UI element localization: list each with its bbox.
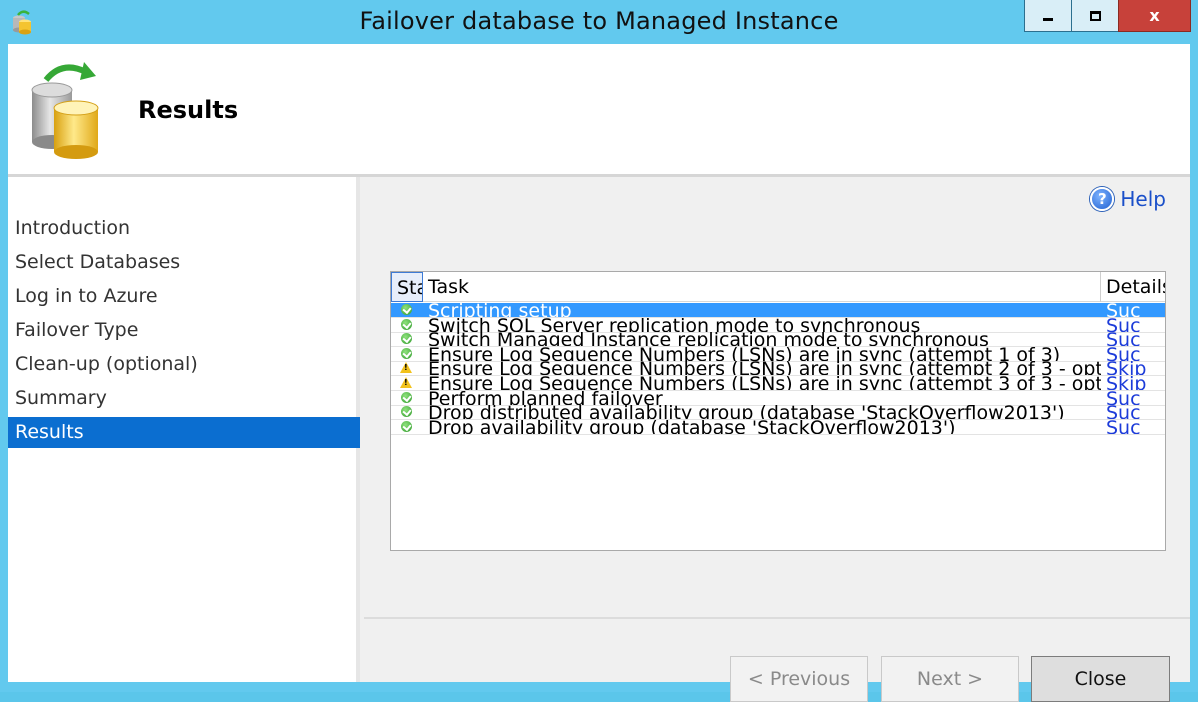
help-icon: ? (1090, 187, 1115, 211)
footer-divider (364, 617, 1190, 619)
close-button[interactable]: Close (1031, 656, 1170, 702)
task-cell: Drop availability group (database 'Stack… (428, 419, 956, 435)
maximize-button[interactable] (1071, 0, 1119, 32)
help-link[interactable]: ? Help (1090, 187, 1166, 211)
results-panel: ? Help Sta Task Details Scripting setupS… (364, 177, 1190, 702)
minimize-button[interactable] (1024, 0, 1072, 32)
table-row[interactable]: Switch SQL Server replication mode to sy… (391, 317, 1165, 333)
minimize-icon (1043, 18, 1053, 21)
column-header-status[interactable]: Sta (391, 272, 423, 302)
details-link[interactable]: Suc (1101, 405, 1165, 419)
success-icon (401, 391, 412, 403)
window-title: Failover database to Managed Instance (359, 7, 839, 35)
table-row[interactable]: Drop distributed availability group (dat… (391, 405, 1165, 421)
nav-item-select-databases[interactable]: Select Databases (8, 247, 360, 278)
details-link[interactable]: Skip (1101, 376, 1165, 390)
dialog-client-area: Results Introduction Select Databases Lo… (8, 44, 1190, 702)
warning-icon (400, 362, 412, 374)
table-row[interactable]: Perform planned failover Suc (391, 390, 1165, 406)
task-cell: Drop distributed availability group (dat… (428, 405, 1065, 421)
status-cell (391, 420, 423, 434)
nav-item-results[interactable]: Results (8, 417, 360, 448)
nav-item-log-in-to-azure[interactable]: Log in to Azure (8, 281, 360, 312)
details-link[interactable]: Suc (1101, 391, 1165, 405)
success-icon (401, 318, 412, 330)
help-label: Help (1120, 187, 1166, 211)
title-bar[interactable]: Failover database to Managed Instance x (0, 0, 1198, 44)
status-cell (391, 318, 423, 332)
details-link[interactable]: Suc (1101, 347, 1165, 361)
success-icon (401, 304, 412, 315)
status-cell (391, 361, 423, 375)
page-title: Results (138, 96, 239, 124)
wizard-navigation: Introduction Select Databases Log in to … (8, 177, 360, 682)
status-cell (391, 347, 423, 361)
nav-item-clean-up[interactable]: Clean-up (optional) (8, 349, 360, 380)
table-row[interactable]: Switch Managed Instance replication mode… (391, 332, 1165, 348)
next-button[interactable]: Next > (881, 656, 1019, 702)
success-icon (401, 347, 412, 359)
task-cell: Switch Managed Instance replication mode… (428, 332, 989, 348)
status-cell (391, 332, 423, 346)
details-link[interactable]: Suc (1101, 318, 1165, 332)
column-header-task[interactable]: Task (423, 272, 1101, 302)
page-header: Results (8, 44, 1190, 174)
details-link[interactable]: Suc (1101, 420, 1165, 434)
details-link[interactable]: Skip (1101, 361, 1165, 375)
task-cell: Perform planned failover (428, 390, 663, 406)
details-link[interactable]: Suc (1101, 332, 1165, 346)
nav-item-failover-type[interactable]: Failover Type (8, 315, 360, 346)
status-cell (391, 303, 423, 317)
task-cell: Ensure Log Sequence Numbers (LSNs) are i… (428, 346, 1061, 362)
dialog-window: Failover database to Managed Instance x (0, 0, 1198, 702)
column-header-details[interactable]: Details (1101, 272, 1165, 302)
window-close-button[interactable]: x (1118, 0, 1191, 32)
status-cell (391, 405, 423, 419)
task-cell: Ensure Log Sequence Numbers (LSNs) are i… (428, 361, 1101, 377)
details-link[interactable]: Suc (1101, 303, 1165, 317)
table-row[interactable]: Ensure Log Sequence Numbers (LSNs) are i… (391, 376, 1165, 391)
table-row[interactable]: Scripting setup Suc (391, 303, 1165, 318)
warning-icon (400, 377, 412, 388)
nav-item-summary[interactable]: Summary (8, 383, 360, 414)
status-cell (391, 391, 423, 405)
table-row[interactable]: Ensure Log Sequence Numbers (LSNs) are i… (391, 361, 1165, 377)
database-failover-icon (31, 62, 99, 159)
close-icon: x (1149, 6, 1160, 25)
table-row[interactable]: Drop availability group (database 'Stack… (391, 419, 1165, 435)
success-icon (401, 420, 412, 432)
table-row[interactable]: Ensure Log Sequence Numbers (LSNs) are i… (391, 346, 1165, 362)
task-cell: Switch SQL Server replication mode to sy… (428, 317, 921, 333)
success-icon (401, 333, 412, 345)
status-cell (391, 376, 423, 390)
task-cell: Scripting setup (428, 303, 572, 318)
maximize-icon (1089, 10, 1101, 21)
nav-item-introduction[interactable]: Introduction (8, 213, 360, 244)
table-header: Sta Task Details (391, 272, 1165, 302)
previous-button[interactable]: < Previous (730, 656, 868, 702)
task-cell: Ensure Log Sequence Numbers (LSNs) are i… (428, 376, 1101, 391)
results-table[interactable]: Sta Task Details Scripting setup Suc Switc… (390, 271, 1166, 551)
success-icon (401, 406, 412, 418)
